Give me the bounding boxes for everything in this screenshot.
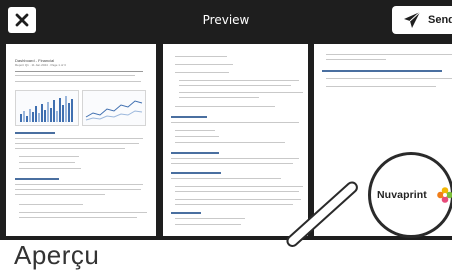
- bullet-line: [326, 86, 436, 88]
- text-line: [326, 54, 452, 56]
- caption-text: Aperçu: [14, 240, 100, 270]
- bullet-line: [19, 204, 83, 206]
- bar-chart-thumbnail: [15, 90, 79, 126]
- bullet-line: [175, 56, 227, 58]
- text-line: [179, 85, 291, 87]
- section-heading: [171, 212, 201, 214]
- bullet-line: [175, 218, 245, 220]
- send-label: Send: [428, 14, 452, 26]
- section-heading: [15, 132, 55, 134]
- bullet-line: [326, 78, 452, 80]
- chart-bar: [38, 113, 40, 122]
- chart-bar: [65, 96, 67, 122]
- chart-bar: [59, 98, 61, 122]
- bullet-line: [19, 156, 79, 158]
- chart-bar: [32, 112, 34, 122]
- chart-bar: [47, 102, 49, 122]
- bullet-line: [175, 186, 303, 188]
- flower-logo-icon: [437, 187, 452, 203]
- text-line: [15, 71, 143, 73]
- line-chart-thumbnail: [82, 90, 146, 126]
- bullet-line: [19, 168, 81, 170]
- send-button[interactable]: Send: [392, 6, 452, 34]
- text-line: [15, 194, 105, 196]
- text-line: [15, 148, 125, 150]
- brand-logo: Nuvaprint: [368, 152, 452, 238]
- preview-title: Preview: [202, 13, 250, 27]
- chart-bar: [68, 103, 70, 122]
- section-heading: [171, 152, 219, 154]
- text-line: [175, 106, 275, 108]
- text-line: [179, 97, 259, 99]
- chart-bar: [50, 108, 52, 122]
- text-line: [15, 138, 143, 140]
- chart-bar: [23, 111, 25, 122]
- text-line: [179, 92, 303, 94]
- text-line: [179, 80, 299, 82]
- text-line: [15, 184, 143, 186]
- bullet-line: [19, 162, 75, 164]
- text-line: [171, 163, 293, 165]
- text-line: [326, 59, 386, 61]
- brand-name: Nuvaprint: [377, 189, 427, 201]
- bullet-line: [175, 130, 215, 132]
- bullet-line: [175, 224, 241, 226]
- bullet-line: [175, 142, 285, 144]
- bullet-line: [19, 212, 147, 214]
- chart-bar: [20, 114, 22, 122]
- paper-plane-icon: [404, 11, 421, 28]
- text-line: [171, 178, 281, 180]
- document-page-1[interactable]: Dashboard - Financial Report Q1 · 11 Jan…: [6, 44, 156, 236]
- text-line: [171, 158, 299, 160]
- bullet-line: [175, 64, 233, 66]
- chart-bar: [41, 104, 43, 122]
- text-line: [15, 75, 135, 77]
- chart-bar: [44, 110, 46, 122]
- text-line: [15, 189, 141, 191]
- bullet-line: [175, 191, 299, 193]
- preview-toolbar: Preview Send: [0, 0, 452, 40]
- chart-bar: [62, 105, 64, 122]
- section-heading: [171, 172, 221, 174]
- line-chart-graphic: [85, 100, 143, 121]
- chart-bar: [53, 100, 55, 122]
- section-heading: [171, 116, 207, 118]
- chart-bar: [29, 109, 31, 122]
- document-subtitle: Report Q1 · 11 Jan 2024 · Page 1 of 3: [15, 63, 66, 67]
- bullet-line: [175, 72, 229, 74]
- text-line: [15, 81, 141, 83]
- chart-bar: [71, 99, 73, 122]
- bullet-line: [175, 199, 301, 201]
- section-heading: [322, 70, 442, 72]
- document-page-2[interactable]: [163, 44, 308, 236]
- text-line: [171, 122, 299, 124]
- chart-bar: [56, 111, 58, 122]
- section-heading: [15, 178, 59, 180]
- text-line: [15, 143, 139, 145]
- bullet-line: [175, 136, 219, 138]
- bullet-line: [19, 217, 137, 219]
- bullet-line: [175, 204, 293, 206]
- chart-bar: [35, 106, 37, 122]
- chart-bar: [26, 116, 28, 122]
